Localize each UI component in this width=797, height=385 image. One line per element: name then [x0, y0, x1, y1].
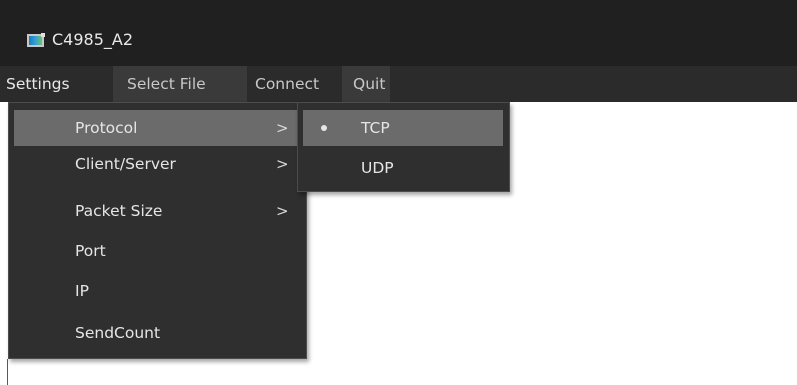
menu-item-protocol[interactable]: Protocol > — [14, 110, 301, 146]
title-bar[interactable]: C4985_A2 — [0, 0, 797, 66]
menu-item-ip[interactable]: IP — [14, 273, 301, 309]
window-title: C4985_A2 — [52, 30, 134, 49]
chevron-right-icon: > — [276, 155, 289, 173]
app-window: C4985_A2 Settings Select File Connect Qu… — [0, 0, 797, 385]
menu-settings[interactable]: Settings — [0, 66, 113, 102]
submenu-item-label: UDP — [361, 159, 394, 177]
radio-selected-icon — [321, 125, 327, 131]
menu-connect[interactable]: Connect — [247, 66, 342, 102]
window-border — [7, 359, 8, 385]
menu-item-label: IP — [75, 282, 89, 300]
menu-item-label: Port — [75, 242, 106, 260]
app-window-icon — [27, 33, 45, 47]
submenu-item-udp[interactable]: UDP — [303, 150, 503, 186]
chevron-right-icon: > — [276, 119, 289, 137]
menu-item-label: Client/Server — [75, 155, 176, 173]
menu-item-client-server[interactable]: Client/Server > — [14, 146, 301, 182]
submenu-item-label: TCP — [361, 119, 390, 137]
menu-item-label: Protocol — [75, 119, 138, 137]
submenu-item-tcp[interactable]: TCP — [303, 110, 503, 146]
menu-select-file[interactable]: Select File — [113, 66, 247, 102]
menu-item-sendcount[interactable]: SendCount — [14, 315, 301, 351]
menu-bar: Settings Select File Connect Quit — [0, 66, 797, 102]
menu-item-packet-size[interactable]: Packet Size > — [14, 193, 301, 229]
menu-item-label: Packet Size — [75, 202, 163, 220]
protocol-submenu: TCP UDP — [297, 102, 510, 192]
chevron-right-icon: > — [276, 202, 289, 220]
menu-item-port[interactable]: Port — [14, 233, 301, 269]
settings-dropdown-menu: Protocol > Client/Server > Packet Size >… — [8, 102, 307, 359]
menu-quit[interactable]: Quit — [342, 66, 390, 102]
menu-item-label: SendCount — [75, 324, 161, 342]
